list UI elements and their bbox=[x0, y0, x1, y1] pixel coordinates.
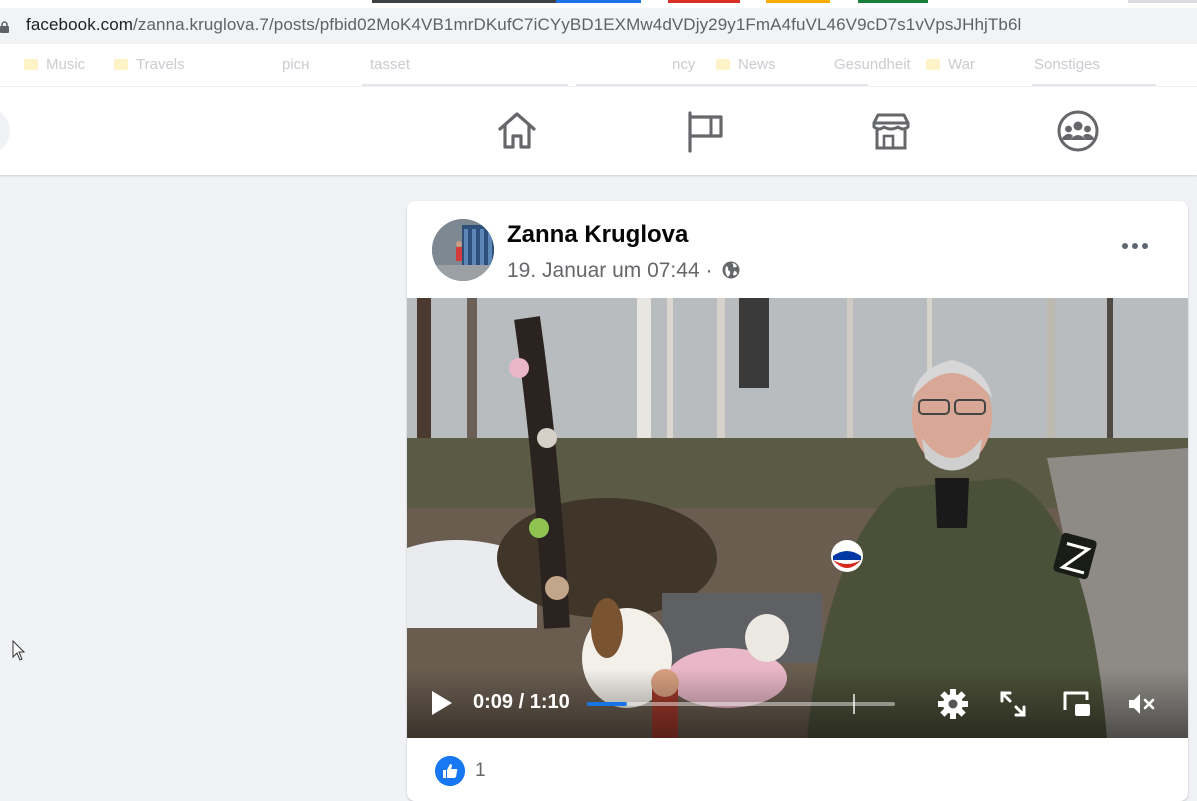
fullscreen-icon[interactable] bbox=[997, 688, 1029, 720]
folder-icon bbox=[716, 59, 730, 70]
tab-indicator bbox=[668, 0, 740, 3]
pages-flag-icon[interactable] bbox=[683, 109, 727, 153]
post-timestamp[interactable]: 19. Januar um 07:44 · bbox=[507, 259, 712, 282]
progress-marker[interactable] bbox=[853, 694, 855, 714]
folder-icon bbox=[926, 59, 940, 70]
bookmark-item[interactable]: ncy bbox=[672, 56, 695, 73]
bookmark-sonstiges[interactable]: Sonstiges bbox=[1034, 56, 1100, 73]
tab-indicator bbox=[556, 0, 641, 3]
tab-indicator bbox=[766, 0, 830, 3]
bookmark-gesundheit[interactable]: Gesundheit bbox=[834, 56, 911, 73]
bookmark-news[interactable]: News bbox=[716, 56, 776, 73]
marketplace-icon[interactable] bbox=[869, 109, 913, 153]
tab-indicator bbox=[858, 0, 928, 3]
mouse-cursor-icon bbox=[12, 640, 26, 661]
avatar[interactable] bbox=[432, 219, 494, 281]
bookmark-travels[interactable]: Travels bbox=[114, 56, 185, 73]
post-author-name[interactable]: Zanna Kruglova bbox=[507, 221, 688, 249]
lock-icon[interactable] bbox=[0, 21, 10, 33]
like-reaction-icon bbox=[435, 756, 465, 786]
video-controls: 0:09 / 1:10 bbox=[407, 668, 1188, 738]
video-time: 0:09 / 1:10 bbox=[473, 691, 570, 713]
folder-icon bbox=[24, 59, 38, 70]
groups-icon[interactable] bbox=[1056, 109, 1100, 153]
address-bar[interactable]: facebook.com/zanna.kruglova.7/posts/pfbi… bbox=[0, 8, 1197, 44]
tab-indicator bbox=[372, 0, 556, 3]
play-icon[interactable] bbox=[429, 688, 455, 718]
divider bbox=[576, 84, 868, 86]
folder-icon bbox=[114, 59, 128, 70]
more-options-icon[interactable] bbox=[1115, 231, 1155, 261]
bookmark-item[interactable]: tasset bbox=[370, 56, 410, 73]
video-progress-fill bbox=[587, 702, 628, 706]
video-player[interactable]: 0:09 / 1:10 bbox=[407, 298, 1188, 738]
bookmark-war[interactable]: War bbox=[926, 56, 975, 73]
like-count[interactable]: 1 bbox=[475, 760, 486, 782]
bookmarks-bar: Music Travels рісн tasset ncy News Gesun… bbox=[0, 44, 1197, 86]
picture-in-picture-icon[interactable] bbox=[1061, 688, 1093, 720]
bookmark-item[interactable]: рісн bbox=[282, 56, 309, 73]
avatar-image bbox=[432, 219, 494, 281]
url-text[interactable]: facebook.com/zanna.kruglova.7/posts/pfbi… bbox=[26, 15, 1021, 35]
divider bbox=[1032, 84, 1156, 86]
tab-indicator bbox=[1128, 0, 1197, 3]
url-path: /zanna.kruglova.7/posts/pfbid02MoK4VB1mr… bbox=[133, 15, 1022, 34]
muted-volume-icon[interactable] bbox=[1125, 688, 1157, 720]
post-meta: 19. Januar um 07:44 · bbox=[507, 259, 740, 283]
divider bbox=[362, 84, 568, 86]
search-button[interactable] bbox=[0, 109, 10, 153]
globe-icon[interactable] bbox=[722, 261, 740, 279]
post-card: Zanna Kruglova 19. Januar um 07:44 · 0:0… bbox=[407, 201, 1188, 801]
video-progress-bar[interactable] bbox=[587, 694, 895, 714]
settings-gear-icon[interactable] bbox=[937, 688, 969, 720]
url-host: facebook.com bbox=[26, 15, 134, 34]
browser-tab-strip bbox=[0, 0, 1197, 8]
facebook-top-nav bbox=[0, 87, 1197, 175]
home-icon[interactable] bbox=[495, 109, 539, 153]
bookmark-music[interactable]: Music bbox=[24, 56, 85, 73]
